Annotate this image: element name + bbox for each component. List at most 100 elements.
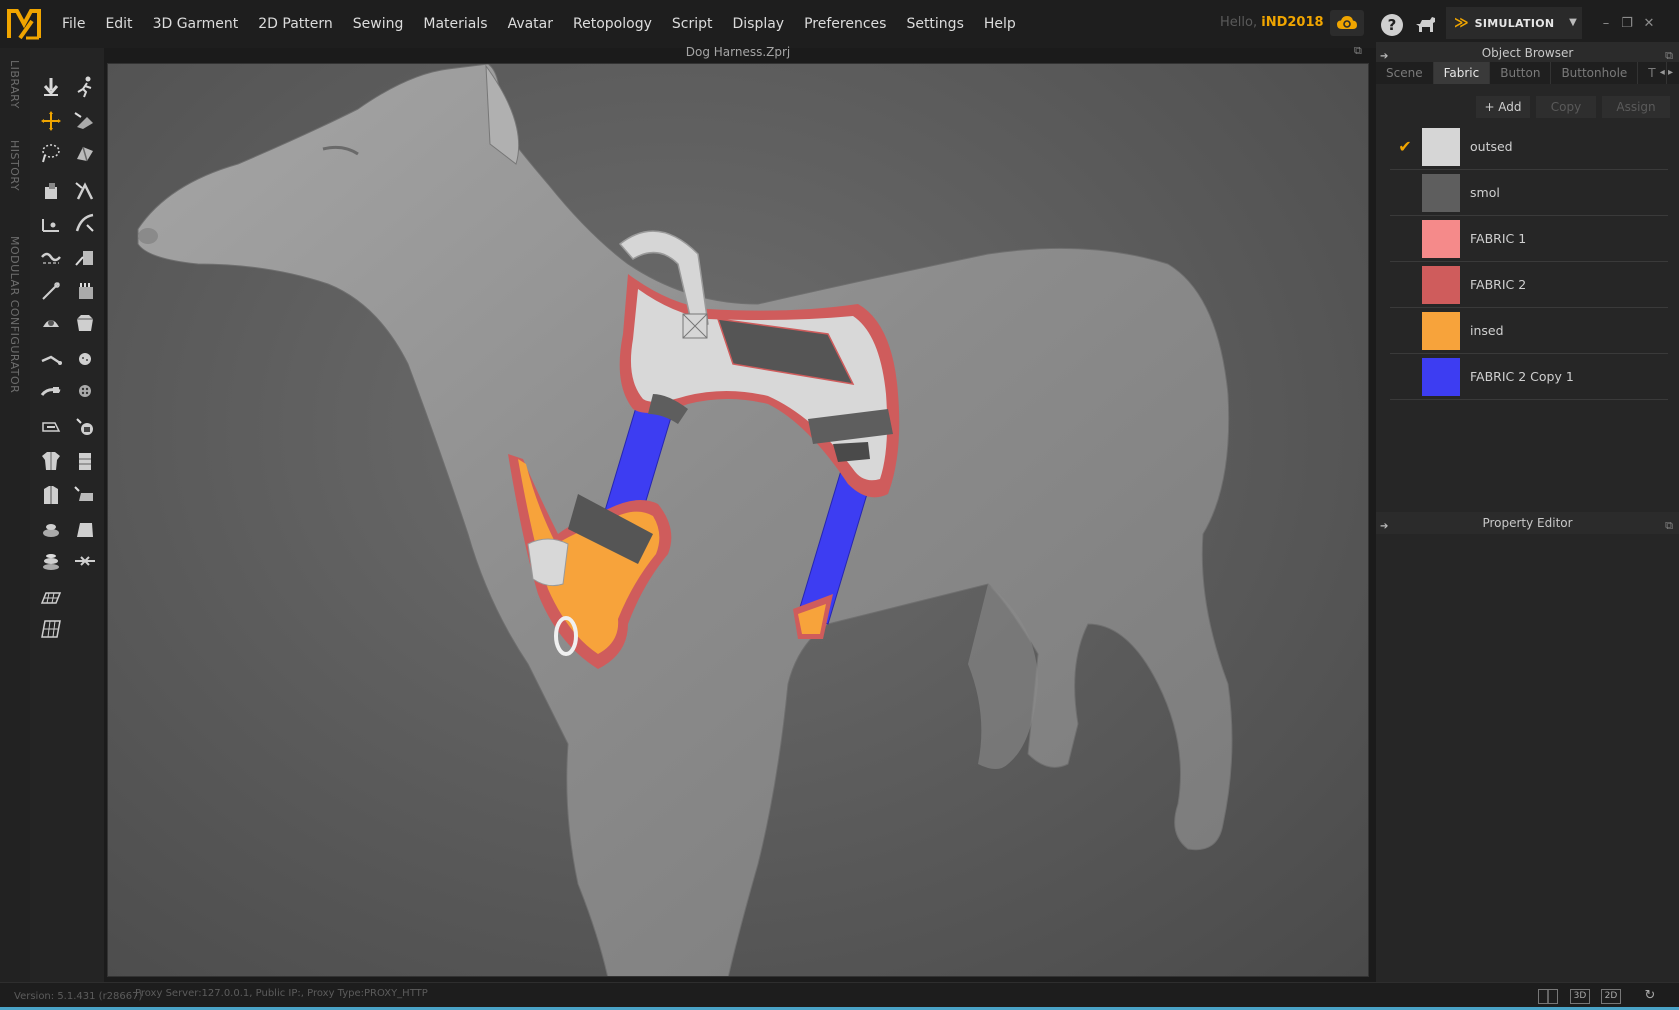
property-editor-title: Property Editor [1482, 516, 1573, 530]
add-fabric-button[interactable]: + Add [1476, 96, 1530, 118]
minimize-icon[interactable]: – [1598, 16, 1614, 32]
fabric-swatch[interactable] [1422, 265, 1460, 304]
fabric-item-smol[interactable]: smol [1390, 170, 1668, 216]
menu-script[interactable]: Script [662, 0, 723, 48]
assign-fabric-button[interactable]: Assign [1602, 96, 1670, 118]
segment-sewing-icon[interactable] [70, 242, 100, 272]
mode-dropdown-button[interactable]: ▼ [1564, 7, 1582, 39]
lock-tool-icon[interactable] [70, 412, 100, 442]
3d-view-button[interactable]: 3D [1570, 989, 1590, 1004]
menu-bar: File Edit 3D Garment 2D Pattern Sewing M… [0, 0, 1679, 48]
menu-2d-pattern[interactable]: 2D Pattern [248, 0, 343, 48]
avatar-dog-button[interactable] [1413, 13, 1439, 37]
edit-point-icon[interactable] [36, 208, 66, 238]
fabric-swatch[interactable] [1422, 173, 1460, 212]
cloud-sync-button[interactable] [1330, 10, 1364, 36]
fabric-swatch[interactable] [1422, 219, 1460, 258]
fabric-name: outsed [1470, 139, 1513, 154]
edit-pattern-icon[interactable] [70, 176, 100, 206]
menu-file[interactable]: File [52, 0, 95, 48]
select-mesh-tool-icon[interactable] [70, 106, 100, 136]
mesh-grid-icon[interactable] [36, 614, 66, 644]
dog-avatar-scene [137, 64, 1233, 977]
edit-curve-icon[interactable] [70, 208, 100, 238]
2d-view-button[interactable]: 2D [1601, 989, 1621, 1004]
pose-tool-icon[interactable] [70, 72, 100, 102]
tab-library[interactable]: LIBRARY [8, 60, 21, 109]
fabric-swatch[interactable] [1422, 311, 1460, 350]
stack-tool-icon[interactable] [36, 546, 66, 576]
menu-display[interactable]: Display [722, 0, 794, 48]
flat-panel-icon[interactable] [70, 480, 100, 510]
lasso-tool-icon[interactable] [36, 138, 66, 168]
strap-tool-icon[interactable] [36, 344, 66, 374]
tab-fabric[interactable]: Fabric [1433, 62, 1491, 84]
fabric-item-insed[interactable]: insed [1390, 308, 1668, 354]
md-logo-icon [0, 0, 48, 48]
fabric-swatch[interactable] [1422, 127, 1460, 166]
tab-scroll-arrows-icon[interactable]: ◂ ▸ [1660, 62, 1673, 84]
fabric-name: smol [1470, 185, 1500, 200]
right-panel: ➔ Object Browser ⧉ Scene Fabric Button B… [1376, 42, 1679, 982]
3d-viewport[interactable] [107, 63, 1369, 977]
simulation-mode-selector[interactable]: ≫ SIMULATION [1446, 7, 1566, 39]
menu-retopology[interactable]: Retopology [563, 0, 662, 48]
collapse-arrow-icon[interactable]: ➔ [1380, 516, 1388, 538]
garment-back-icon[interactable] [70, 446, 100, 476]
measure-tool-icon[interactable] [70, 546, 100, 576]
main-menu: File Edit 3D Garment 2D Pattern Sewing M… [52, 0, 1026, 48]
object-browser-title: Object Browser [1481, 46, 1574, 60]
shirt-tool-icon[interactable] [36, 480, 66, 510]
buttonhole-tool-icon[interactable] [70, 376, 100, 406]
restore-icon[interactable]: ❐ [1619, 16, 1635, 32]
refresh-icon[interactable]: ↻ [1640, 989, 1660, 1004]
copy-fabric-button[interactable]: Copy [1536, 96, 1596, 118]
tab-buttonhole[interactable]: Buttonhole [1551, 62, 1639, 84]
user-greeting: Hello, iND2018 [1220, 15, 1324, 30]
object-browser-header: ➔ Object Browser ⧉ [1376, 42, 1679, 64]
menu-settings[interactable]: Settings [896, 0, 973, 48]
tab-modular-configurator[interactable]: MODULAR CONFIGURATOR [8, 236, 21, 393]
menu-materials[interactable]: Materials [413, 0, 497, 48]
menu-avatar[interactable]: Avatar [498, 0, 563, 48]
needle-tool-icon[interactable] [36, 276, 66, 306]
fold-tool-icon[interactable] [70, 138, 100, 168]
button-tool-icon[interactable] [70, 344, 100, 374]
tab-scene[interactable]: Scene [1376, 62, 1434, 84]
pin-tool-icon[interactable] [70, 276, 100, 306]
garment-front-icon[interactable] [36, 446, 66, 476]
down-arrow-tool-icon[interactable] [36, 72, 66, 102]
close-icon[interactable]: ✕ [1641, 16, 1657, 32]
transform-pattern-icon[interactable] [36, 176, 66, 206]
proxy-text: Proxy Server:127.0.0.1, Public IP:, Prox… [135, 988, 428, 999]
viewport-popout-icon[interactable]: ⧉ [1354, 44, 1368, 58]
menu-3d-garment[interactable]: 3D Garment [143, 0, 249, 48]
dog-avatar[interactable] [137, 64, 1233, 977]
reinforce-tool-icon[interactable] [36, 514, 66, 544]
tack-tool-icon[interactable] [36, 308, 66, 338]
select-move-tool-icon[interactable] [36, 106, 66, 136]
selected-check-icon: ✔ [1398, 137, 1412, 156]
property-editor-body [1376, 536, 1679, 976]
fabric-item-outsed[interactable]: ✔ outsed [1390, 124, 1668, 170]
fabric-item-fabric-1[interactable]: FABRIC 1 [1390, 216, 1668, 262]
popout-icon[interactable]: ⧉ [1665, 515, 1673, 537]
menu-help[interactable]: Help [974, 0, 1026, 48]
topstitch-tool-icon[interactable] [36, 412, 66, 442]
tool-palette [30, 48, 104, 982]
edit-sewing-icon[interactable] [36, 242, 66, 272]
zipper-tool-icon[interactable] [36, 376, 66, 406]
tab-history[interactable]: HISTORY [8, 140, 21, 191]
fabric-item-fabric-2-copy-1[interactable]: FABRIC 2 Copy 1 [1390, 354, 1668, 400]
menu-sewing[interactable]: Sewing [343, 0, 414, 48]
menu-edit[interactable]: Edit [95, 0, 142, 48]
fabric-item-fabric-2[interactable]: FABRIC 2 [1390, 262, 1668, 308]
help-button[interactable]: ? [1381, 14, 1403, 36]
menu-preferences[interactable]: Preferences [794, 0, 896, 48]
fabric-swatch[interactable] [1422, 357, 1460, 396]
tab-button[interactable]: Button [1490, 62, 1552, 84]
fitting-suit-icon[interactable] [70, 308, 100, 338]
grid-tool-icon[interactable] [36, 582, 66, 612]
split-view-icon[interactable] [1538, 989, 1558, 1004]
skirt-tool-icon[interactable] [70, 514, 100, 544]
